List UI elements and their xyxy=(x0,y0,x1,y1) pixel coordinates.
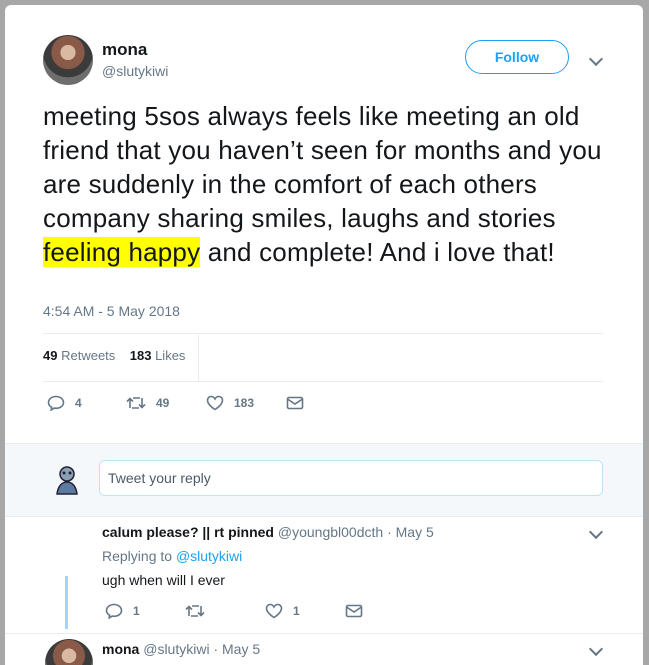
retweet-icon xyxy=(185,605,205,617)
likes-count: 183 xyxy=(129,348,152,363)
heart-icon xyxy=(265,603,283,619)
retweet-action[interactable]: 49 xyxy=(126,395,169,411)
tweet-card: mona @slutykiwi Follow meeting 5sos alwa… xyxy=(5,5,643,665)
reply-icon xyxy=(47,395,65,411)
retweet-action[interactable] xyxy=(185,603,215,619)
thread-line xyxy=(65,576,68,629)
divider xyxy=(43,381,603,382)
tweet-text-part: meeting 5sos always feels like meeting a… xyxy=(43,101,602,233)
replying-prefix: Replying to xyxy=(102,548,173,564)
likes-stat[interactable]: 183 Likes xyxy=(130,348,186,363)
reply-text: ugh when will I ever xyxy=(102,572,225,588)
retweet-count: 49 xyxy=(156,396,170,410)
reply-count: 4 xyxy=(75,396,82,410)
tweet-text-part: and complete! And i love that! xyxy=(200,237,555,267)
reply-icon xyxy=(105,603,123,619)
retweets-label: Retweets xyxy=(61,348,116,363)
divider xyxy=(5,633,643,634)
highlighted-text: feeling happy xyxy=(43,237,201,267)
dm-action[interactable] xyxy=(286,396,314,410)
reply-action[interactable]: 1 xyxy=(105,603,140,619)
retweets-count: 49 xyxy=(43,348,58,363)
reply-author[interactable]: mona @slutykiwi · May 5 xyxy=(102,641,260,657)
like-action[interactable]: 183 xyxy=(206,395,254,411)
tweet-text: meeting 5sos always feels like meeting a… xyxy=(43,99,613,269)
reply-compose-area xyxy=(5,443,643,517)
user-avatar-icon xyxy=(56,466,78,495)
reply-author[interactable]: calum please? || rt pinned @youngbl00dct… xyxy=(102,524,434,540)
divider xyxy=(43,333,603,334)
reply-author-name: mona xyxy=(102,641,140,657)
divider xyxy=(198,335,199,381)
user-name[interactable]: mona xyxy=(102,40,147,60)
reply-date[interactable]: · May 5 xyxy=(387,524,434,540)
retweets-stat[interactable]: 49 Retweets xyxy=(43,348,115,363)
reply-action[interactable]: 4 xyxy=(47,395,82,411)
envelope-icon xyxy=(286,396,304,410)
tweet-timestamp[interactable]: 4:54 AM - 5 May 2018 xyxy=(43,303,180,319)
chevron-down-icon[interactable] xyxy=(588,51,604,67)
reply-author-handle: @youngbl00dcth xyxy=(277,524,384,540)
heart-icon xyxy=(206,395,224,411)
follow-button[interactable]: Follow xyxy=(465,40,569,74)
chevron-down-icon[interactable] xyxy=(588,524,604,540)
reply-date[interactable]: · May 5 xyxy=(213,641,260,657)
reply-author-name: calum please? || rt pinned xyxy=(102,524,274,540)
avatar[interactable] xyxy=(45,639,93,665)
like-count: 183 xyxy=(234,396,255,410)
likes-label: Likes xyxy=(155,348,186,363)
avatar[interactable] xyxy=(43,35,93,85)
like-count: 1 xyxy=(293,604,300,618)
replying-to-link[interactable]: @slutykiwi xyxy=(176,548,242,564)
reply-input[interactable] xyxy=(99,460,603,496)
replying-to: Replying to @slutykiwi xyxy=(102,548,242,564)
dm-action[interactable] xyxy=(345,604,373,618)
like-action[interactable]: 1 xyxy=(265,603,300,619)
retweet-icon xyxy=(126,397,146,409)
reply-author-handle: @slutykiwi xyxy=(143,641,210,657)
user-handle[interactable]: @slutykiwi xyxy=(102,63,168,79)
chevron-down-icon[interactable] xyxy=(588,641,604,657)
envelope-icon xyxy=(345,604,363,618)
reply-count: 1 xyxy=(133,604,140,618)
tweet-stats: 49 Retweets 183 Likes xyxy=(43,348,185,363)
